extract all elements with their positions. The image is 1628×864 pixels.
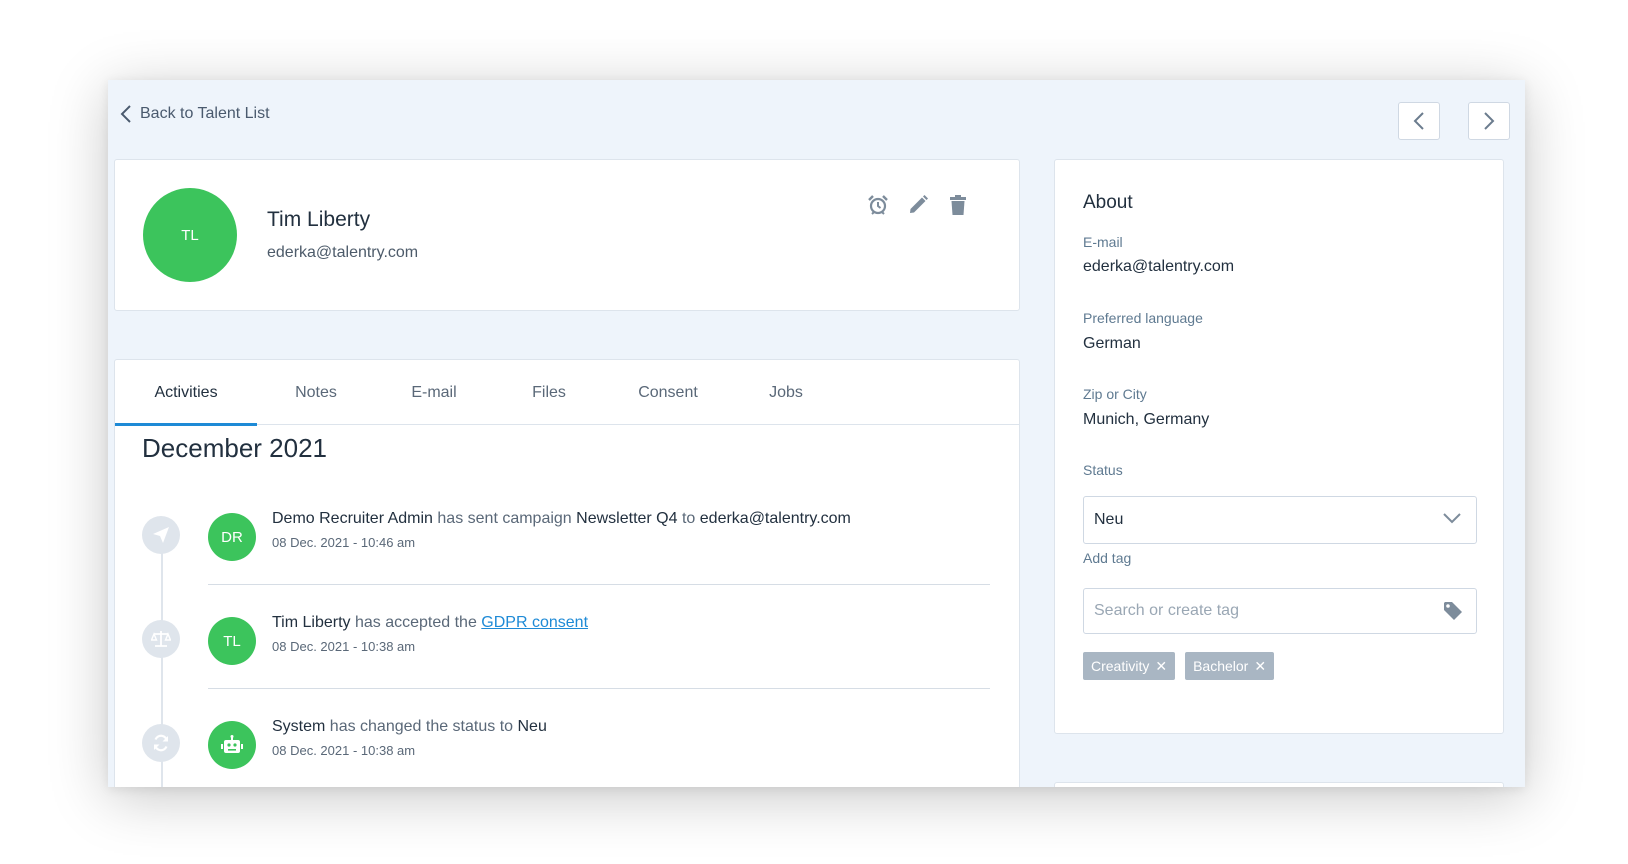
- talent-profile-window: Back to Talent List TL Tim Liberty ederk…: [108, 80, 1525, 787]
- tab-email[interactable]: E-mail: [375, 360, 493, 425]
- profile-email: ederka@talentry.com: [267, 244, 419, 261]
- tab-files[interactable]: Files: [493, 360, 605, 425]
- edit-button[interactable]: [907, 194, 929, 216]
- avatar: DR: [208, 513, 256, 561]
- avatar: [208, 721, 256, 769]
- tab-bar: Activities Notes E-mail Files Consent Jo…: [115, 360, 1019, 426]
- trash-icon: [950, 195, 966, 215]
- tag-chip-label: Bachelor: [1193, 658, 1249, 674]
- zip-city-label: Zip or City: [1083, 386, 1147, 402]
- timeline-icon: [142, 620, 180, 658]
- robot-icon: [221, 735, 243, 753]
- remove-tag-icon[interactable]: ✕: [1155, 659, 1167, 673]
- activity-text: Demo Recruiter Admin has sent campaign N…: [272, 510, 851, 528]
- activity-actor: Demo Recruiter Admin: [272, 510, 433, 527]
- activity-verb: has sent campaign: [432, 510, 577, 527]
- about-card: About E-mail ederka@talentry.com Preferr…: [1054, 159, 1504, 734]
- activity-timestamp: 08 Dec. 2021 - 10:46 am: [272, 535, 416, 550]
- activity-verb: has changed the status to: [325, 718, 518, 735]
- activity-actor: Tim Liberty: [272, 614, 351, 631]
- back-link-label: Back to Talent List: [140, 105, 270, 122]
- profile-name: Tim Liberty: [267, 208, 371, 231]
- chevron-down-icon: [1443, 513, 1461, 524]
- tag-chip: Creativity ✕: [1083, 652, 1176, 680]
- chevron-left-icon: [1413, 112, 1424, 130]
- activity-preposition: to: [677, 510, 700, 527]
- next-talent-button[interactable]: [1468, 102, 1510, 140]
- activity-text: System has changed the status to Neu: [272, 718, 547, 736]
- remove-tag-icon[interactable]: ✕: [1254, 659, 1266, 673]
- tab-activities[interactable]: Activities: [115, 360, 257, 426]
- month-heading: December 2021: [142, 433, 327, 463]
- activity-object: Neu: [517, 718, 547, 735]
- activity-text: Tim Liberty has accepted the GDPR consen…: [272, 614, 588, 632]
- tag-search-input[interactable]: [1083, 588, 1477, 634]
- status-selected-value: Neu: [1094, 511, 1124, 528]
- activity-object: Newsletter Q4: [576, 510, 678, 527]
- divider: [208, 688, 990, 689]
- activity-target: ederka@talentry.com: [699, 510, 851, 527]
- timeline-icon: [142, 516, 180, 554]
- zip-city-value: Munich, Germany: [1083, 411, 1210, 428]
- tab-consent[interactable]: Consent: [605, 360, 731, 425]
- activity-card: Activities Notes E-mail Files Consent Jo…: [114, 359, 1020, 787]
- about-title: About: [1083, 192, 1133, 213]
- back-to-talent-list-link[interactable]: Back to Talent List: [120, 104, 270, 124]
- chevron-left-icon: [120, 105, 131, 123]
- status-label: Status: [1083, 462, 1123, 478]
- secondary-card: [1054, 782, 1504, 787]
- activity-actor: System: [272, 718, 326, 735]
- activity-verb: has accepted the: [350, 614, 482, 631]
- delete-button[interactable]: [947, 194, 969, 216]
- email-label: E-mail: [1083, 234, 1123, 250]
- activity-timestamp: 08 Dec. 2021 - 10:38 am: [272, 743, 416, 758]
- email-value: ederka@talentry.com: [1083, 258, 1235, 275]
- tab-jobs[interactable]: Jobs: [731, 360, 841, 425]
- chevron-right-icon: [1484, 112, 1495, 130]
- preferred-language-label: Preferred language: [1083, 310, 1203, 326]
- tab-notes[interactable]: Notes: [257, 360, 375, 425]
- pencil-icon: [910, 195, 928, 213]
- tag-chip: Bachelor ✕: [1185, 652, 1275, 680]
- status-select[interactable]: Neu: [1083, 496, 1477, 544]
- tag-chip-label: Creativity: [1091, 658, 1150, 674]
- scales-icon: [151, 631, 171, 647]
- profile-actions: [867, 194, 969, 216]
- profile-card: TL Tim Liberty ederka@talentry.com: [114, 159, 1020, 311]
- divider: [208, 584, 990, 585]
- add-tag-label: Add tag: [1083, 550, 1132, 566]
- previous-talent-button[interactable]: [1398, 102, 1440, 140]
- reminder-button[interactable]: [867, 194, 889, 216]
- refresh-icon: [153, 734, 169, 752]
- top-bar: Back to Talent List: [108, 80, 1525, 160]
- preferred-language-value: German: [1083, 335, 1141, 352]
- activity-timestamp: 08 Dec. 2021 - 10:38 am: [272, 639, 416, 654]
- paper-plane-icon: [153, 527, 169, 543]
- tag-icon: [1444, 602, 1462, 620]
- avatar: TL: [143, 188, 237, 282]
- gdpr-consent-link[interactable]: GDPR consent: [481, 614, 588, 631]
- timeline-icon: [142, 724, 180, 762]
- avatar: TL: [208, 617, 256, 665]
- alarm-clock-icon: [868, 195, 888, 215]
- tag-list: Creativity ✕ Bachelor ✕: [1083, 652, 1275, 680]
